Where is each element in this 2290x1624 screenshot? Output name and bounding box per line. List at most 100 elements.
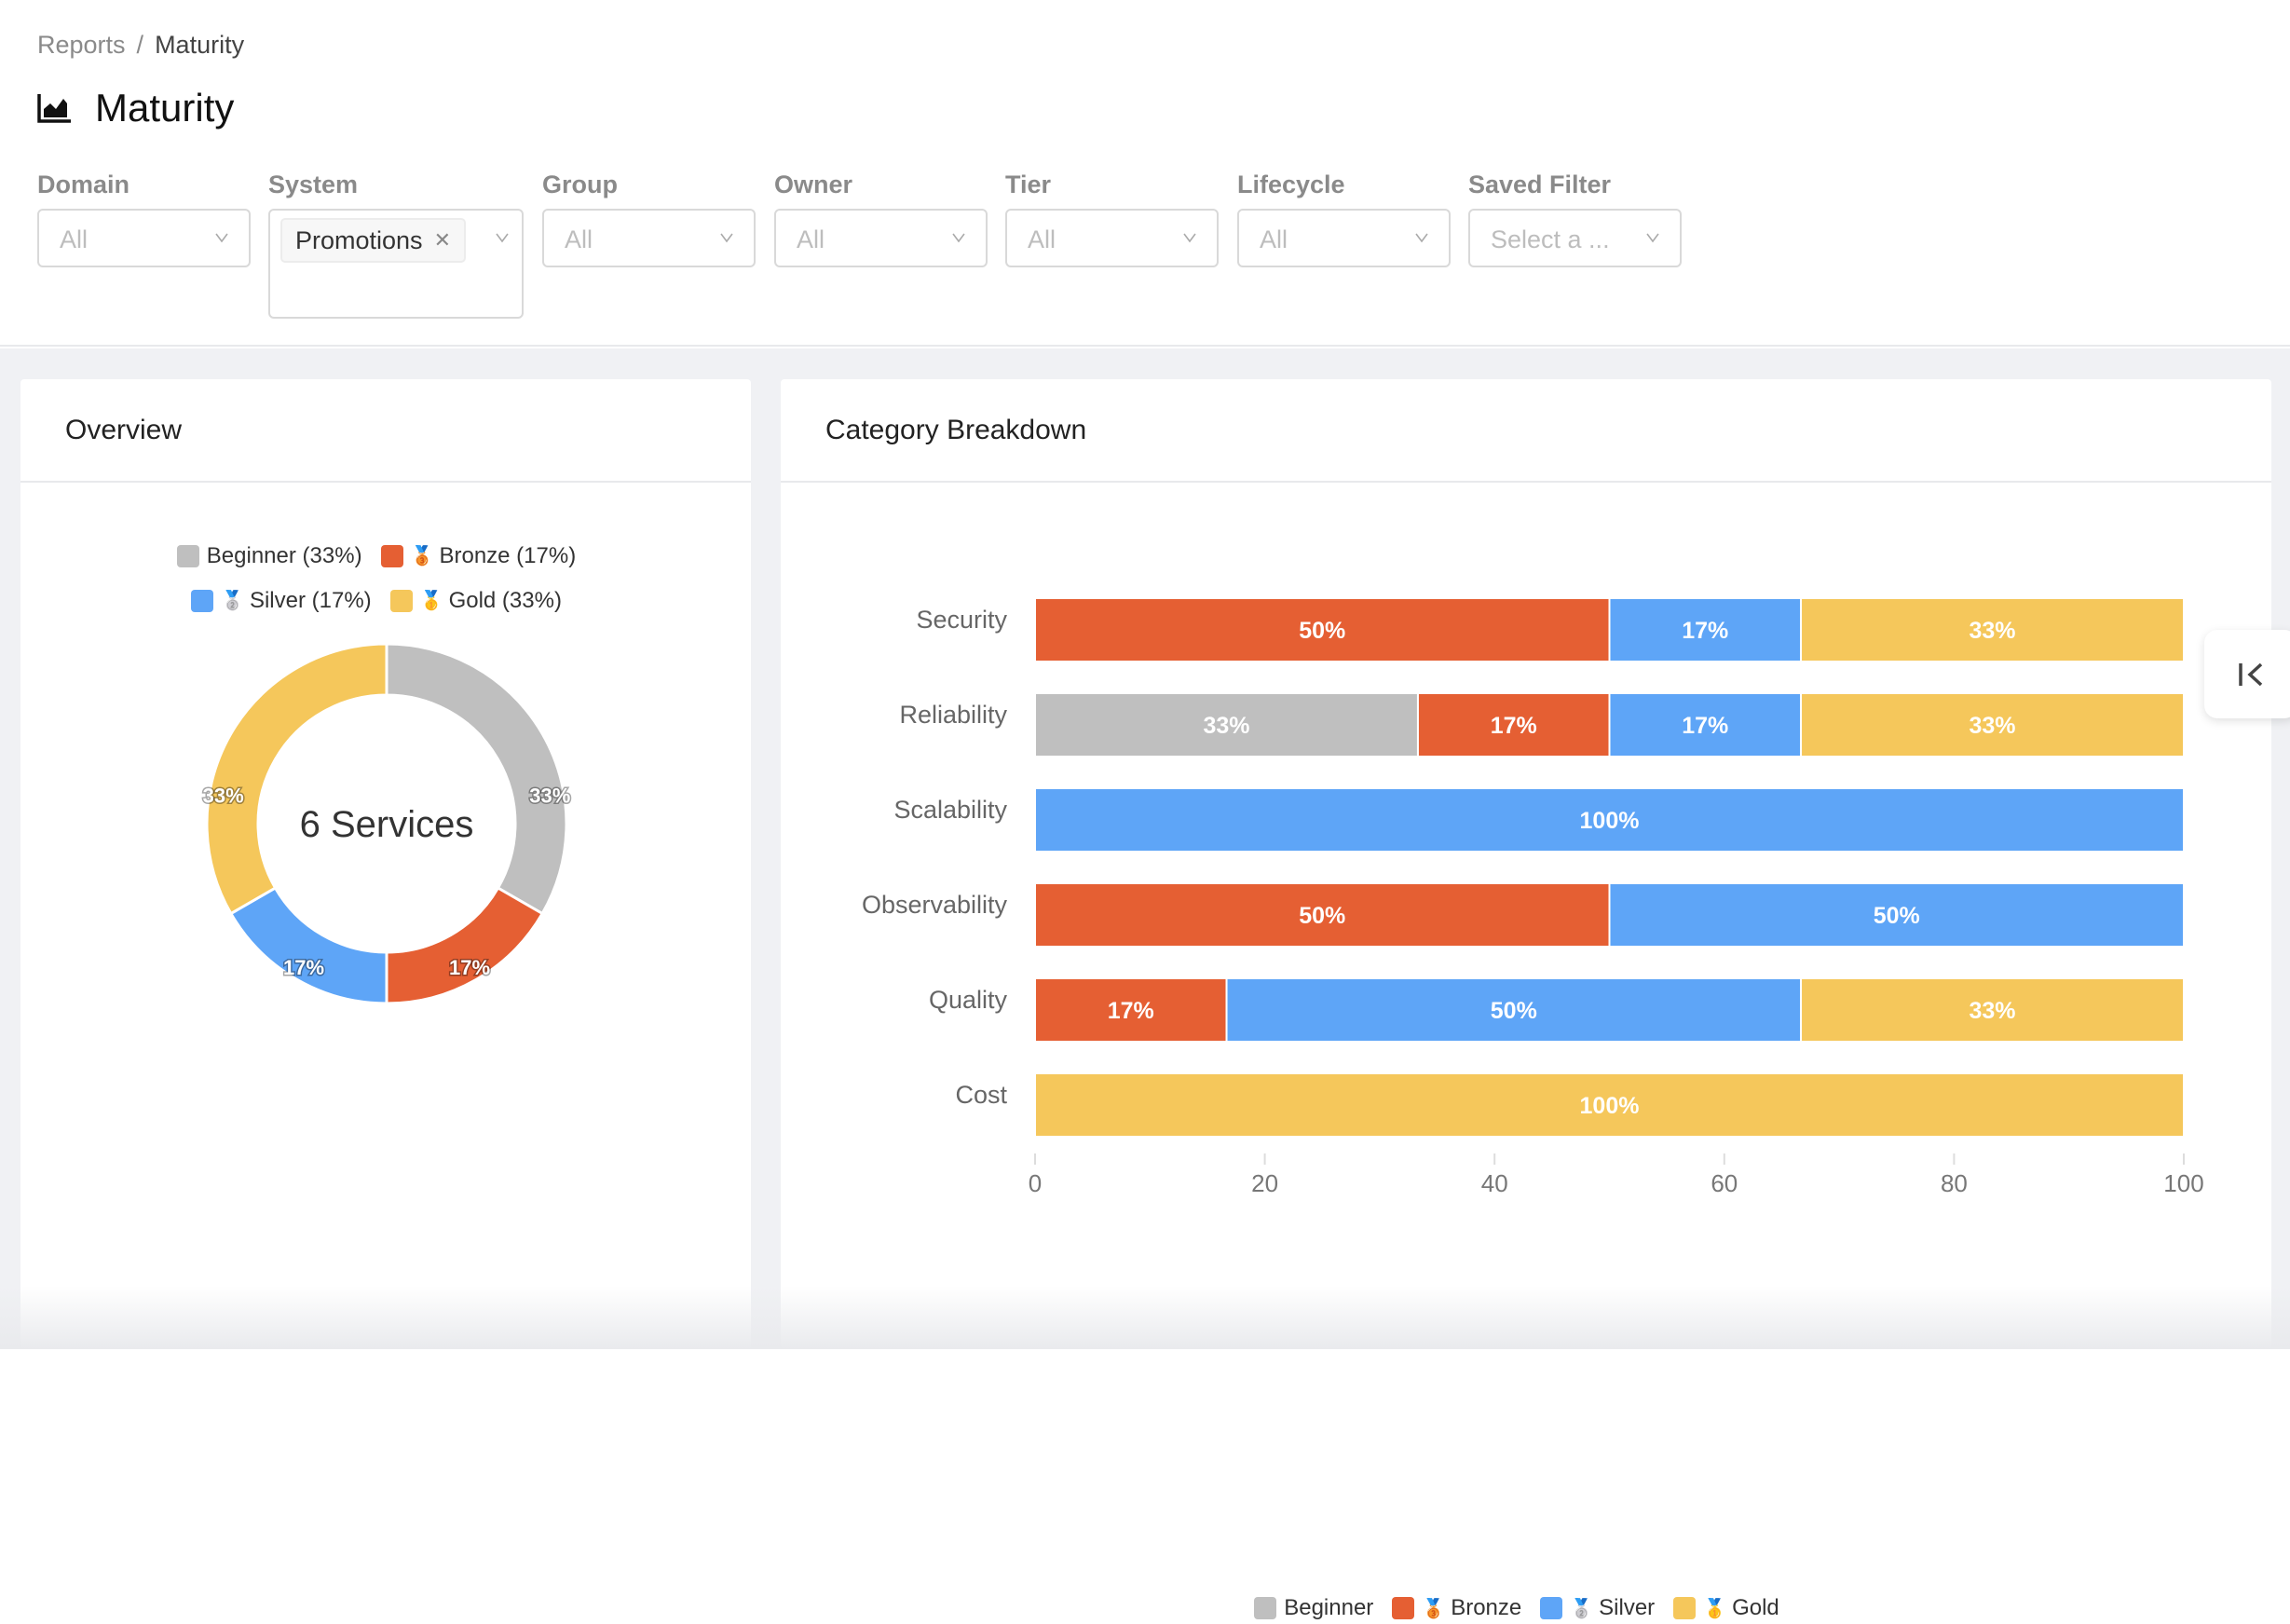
legend-label: Bronze xyxy=(1451,1595,1522,1620)
gold-medal-icon: 🥇 xyxy=(419,591,443,611)
breadcrumb: Reports / Maturity xyxy=(37,31,244,60)
y-tick-label: Scalability xyxy=(893,796,1007,824)
legend-label: Gold (33%) xyxy=(448,588,562,613)
select-value: Select a ... xyxy=(1491,225,1610,253)
donut-chart: 33% 17% 17% 33% 6 Services xyxy=(201,642,572,1005)
bar-segment-label: 33% xyxy=(1969,618,2015,644)
bar-segment-label: 17% xyxy=(1491,713,1537,739)
legend-item-bronze[interactable]: 🥉 Bronze (17%) xyxy=(380,538,576,575)
header-area: Reports / Maturity Maturity Domain All Syste… xyxy=(0,0,2290,347)
donut-slice-label: 33% xyxy=(529,784,570,807)
legend-label: Silver (17%) xyxy=(249,588,372,613)
filter-label: Domain xyxy=(37,171,130,198)
donut-slice-silver[interactable] xyxy=(228,885,388,1005)
bar-segment-label: 33% xyxy=(1969,713,2015,739)
donut-slice-beginner[interactable] xyxy=(385,642,568,916)
legend-item-gold[interactable]: 🥇 Gold (33%) xyxy=(389,582,562,620)
bronze-medal-icon: 🥉 xyxy=(410,546,434,566)
chevron-down-icon xyxy=(1646,233,1659,243)
bar-segment-label: 17% xyxy=(1108,998,1154,1024)
y-tick-label: Observability xyxy=(862,891,1008,919)
breakdown-legend: Beginner 🥉 Bronze 🥈 Silver 🥇 Gold xyxy=(781,1595,2271,1624)
legend-swatch xyxy=(191,590,214,612)
tag-label: Promotions xyxy=(295,225,423,254)
legend-swatch xyxy=(1254,1597,1277,1619)
owner-select[interactable]: All xyxy=(774,209,988,267)
x-tick-label: 80 xyxy=(1941,1169,1968,1197)
y-tick-label: Cost xyxy=(955,1081,1007,1109)
breakdown-title: Category Breakdown xyxy=(781,379,2271,483)
legend-item-gold[interactable]: 🥇 Gold xyxy=(1673,1595,1779,1621)
legend-item-beginner[interactable]: Beginner (33%) xyxy=(176,538,362,575)
select-value: All xyxy=(565,225,593,253)
silver-medal-icon: 🥈 xyxy=(221,591,244,611)
bar-segment-label: 33% xyxy=(1203,713,1249,739)
legend-swatch xyxy=(1540,1597,1563,1619)
breadcrumb-current: Maturity xyxy=(155,31,245,59)
filter-label: Tier xyxy=(1005,171,1052,198)
chevron-down-icon xyxy=(1183,233,1196,243)
silver-medal-icon: 🥈 xyxy=(1570,1598,1594,1619)
select-value: All xyxy=(1028,225,1056,253)
filter-label: Group xyxy=(542,171,618,198)
legend-label: Beginner (33%) xyxy=(206,543,362,568)
filter-domain: Domain All xyxy=(37,171,251,267)
bar-segment-label: 33% xyxy=(1969,998,2015,1024)
overview-panel: Overview Beginner (33%) 🥉 Bronze (17%) 🥈 Sil… xyxy=(20,379,751,1349)
chevron-down-icon xyxy=(720,233,733,243)
y-tick-label: Quality xyxy=(929,986,1008,1014)
legend-swatch xyxy=(389,590,413,612)
legend-swatch xyxy=(1673,1597,1697,1619)
filter-tier: Tier All xyxy=(1005,171,1219,267)
legend-label: Gold xyxy=(1732,1595,1779,1620)
page-title-text: Maturity xyxy=(95,86,235,130)
legend-item-silver[interactable]: 🥈 Silver xyxy=(1540,1595,1655,1621)
filter-group: Group All xyxy=(542,171,756,267)
donut-slice-label: 17% xyxy=(449,956,490,979)
collapse-panel-button[interactable] xyxy=(2204,630,2290,718)
legend-swatch xyxy=(176,545,199,567)
selected-tag: Promotions ✕ xyxy=(280,218,466,263)
chevron-down-icon xyxy=(215,233,228,243)
breadcrumb-separator: / xyxy=(136,31,144,59)
bar-segment-label: 50% xyxy=(1874,903,1920,929)
page-title: Maturity xyxy=(37,86,234,130)
donut-slice-gold[interactable] xyxy=(205,642,388,916)
filter-saved-filter: Saved Filter Select a ... xyxy=(1468,171,1682,267)
saved-filter-select[interactable]: Select a ... xyxy=(1468,209,1682,267)
bar-segment-label: 17% xyxy=(1682,713,1728,739)
donut-slice-bronze[interactable] xyxy=(385,885,545,1005)
filter-label: Lifecycle xyxy=(1237,171,1345,198)
select-value: All xyxy=(60,225,89,253)
filter-label: System xyxy=(268,171,359,198)
group-select[interactable]: All xyxy=(542,209,756,267)
donut-slice-label: 33% xyxy=(203,784,244,807)
x-tick-label: 60 xyxy=(1711,1169,1738,1197)
chevron-down-icon xyxy=(496,233,509,243)
x-tick-label: 100 xyxy=(2163,1169,2203,1197)
filter-label: Owner xyxy=(774,171,853,198)
donut-slice-label: 17% xyxy=(283,956,324,979)
system-select[interactable]: Promotions ✕ xyxy=(268,209,524,319)
gold-medal-icon: 🥇 xyxy=(1703,1598,1727,1619)
legend-item-bronze[interactable]: 🥉 Bronze xyxy=(1392,1595,1521,1621)
legend-item-silver[interactable]: 🥈 Silver (17%) xyxy=(191,582,372,620)
filter-lifecycle: Lifecycle All xyxy=(1237,171,1451,267)
filter-system: System Promotions ✕ xyxy=(268,171,524,319)
select-value: All xyxy=(797,225,825,253)
legend-swatch xyxy=(1392,1597,1415,1619)
chevron-down-icon xyxy=(952,233,965,243)
lifecycle-select[interactable]: All xyxy=(1237,209,1451,267)
select-value: All xyxy=(1260,225,1288,253)
tier-select[interactable]: All xyxy=(1005,209,1219,267)
breadcrumb-reports-link[interactable]: Reports xyxy=(37,31,126,59)
x-tick-label: 20 xyxy=(1251,1169,1278,1197)
legend-item-beginner[interactable]: Beginner xyxy=(1254,1595,1373,1621)
domain-select[interactable]: All xyxy=(37,209,251,267)
filter-label: Saved Filter xyxy=(1468,171,1612,198)
y-tick-label: Security xyxy=(916,606,1007,634)
remove-tag-icon[interactable]: ✕ xyxy=(434,228,451,252)
bar-segment-label: 100% xyxy=(1580,1093,1640,1119)
area-chart-icon xyxy=(37,94,71,123)
collapse-left-icon xyxy=(2239,662,2263,686)
